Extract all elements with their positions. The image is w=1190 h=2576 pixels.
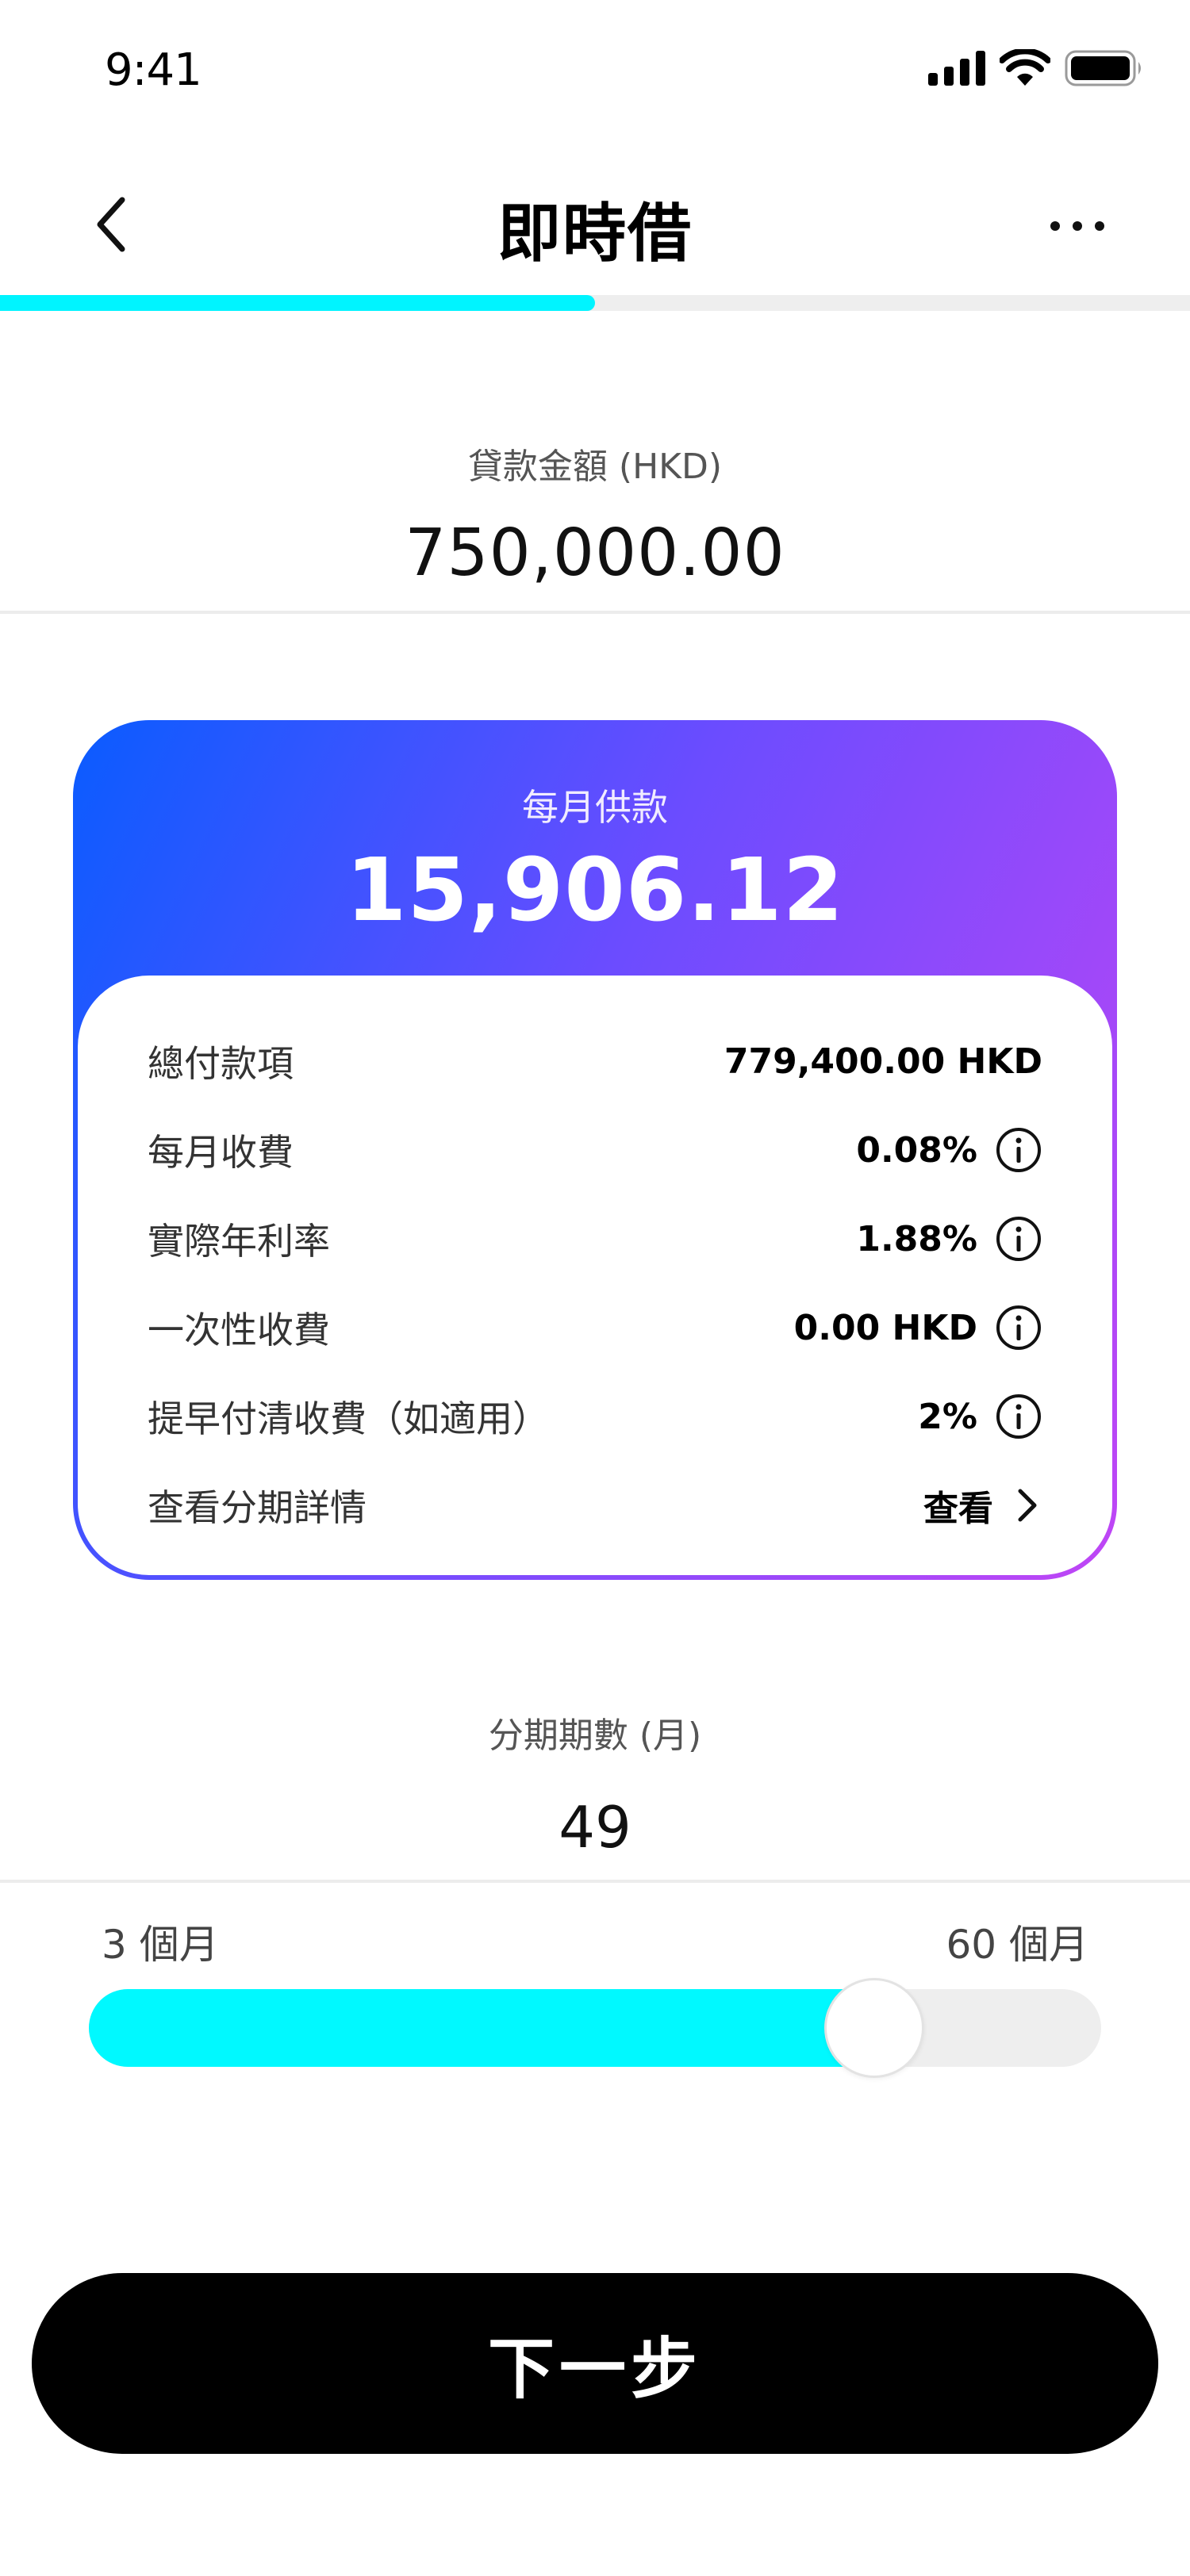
status-time: 9:41 [105, 44, 202, 96]
chevron-right-icon[interactable] [1011, 1483, 1042, 1528]
info-icon[interactable] [995, 1126, 1042, 1174]
info-icon[interactable] [995, 1304, 1042, 1351]
page-title: 即時借 [497, 197, 693, 270]
term-input[interactable]: 49 [0, 1794, 1190, 1861]
divider [0, 1880, 1190, 1883]
detail-row-apr: 實際年利率 1.88% [148, 1207, 1042, 1271]
term-max-label: 60 個月 [946, 1922, 1088, 1968]
more-button[interactable] [1046, 214, 1109, 238]
step-progress-bar [0, 295, 1190, 311]
battery-icon [1065, 50, 1141, 86]
loan-calculator-screen: 9:41 即時借 貸款金額 (HKD) 750,000.00 每月供款 15,9… [0, 0, 1190, 2576]
signal-icon [928, 51, 985, 86]
detail-label: 提早付清收費（如適用） [148, 1397, 549, 1440]
term-slider-fill [89, 1989, 891, 2067]
detail-label: 每月收費 [148, 1131, 294, 1174]
wifi-icon [1000, 49, 1050, 86]
info-icon[interactable] [995, 1215, 1042, 1263]
detail-value: 2% [918, 1396, 977, 1437]
repayment-card: 每月供款 15,906.12 總付款項 779,400.00 HKD 每月收費 … [73, 720, 1117, 1580]
detail-value: 0.08% [856, 1129, 977, 1171]
loan-amount-input[interactable]: 750,000.00 [0, 516, 1190, 591]
detail-label: 一次性收費 [148, 1309, 330, 1351]
detail-row-total: 總付款項 779,400.00 HKD [148, 1029, 1042, 1093]
term-slider-thumb[interactable] [824, 1978, 925, 2078]
detail-label: 總付款項 [148, 1042, 294, 1085]
term-slider[interactable] [89, 1978, 1101, 2078]
detail-row-monthly-fee: 每月收費 0.08% [148, 1118, 1042, 1182]
detail-label: 查看分期詳情 [148, 1486, 367, 1529]
detail-value: 0.00 HKD [793, 1307, 977, 1348]
info-icon[interactable] [995, 1393, 1042, 1440]
monthly-payment-label: 每月供款 [522, 786, 668, 829]
detail-row-one-time-fee: 一次性收費 0.00 HKD [148, 1296, 1042, 1359]
status-icons [928, 49, 1144, 87]
detail-row-early-repayment: 提早付清收費（如適用） 2% [148, 1385, 1042, 1448]
detail-label: 實際年利率 [148, 1220, 330, 1263]
loan-amount-label: 貸款金額 (HKD) [467, 447, 723, 487]
more-dots-icon [1050, 221, 1104, 231]
repayment-details: 總付款項 779,400.00 HKD 每月收費 0.08% 實際年利率 1.8… [78, 976, 1112, 1575]
term-label: 分期期數 (月) [488, 1715, 702, 1756]
view-link[interactable]: 查看 [923, 1480, 993, 1531]
divider [0, 611, 1190, 614]
step-progress-fill [0, 295, 595, 311]
next-step-button[interactable]: 下一步 [32, 2273, 1158, 2454]
term-min-label: 3 個月 [102, 1922, 219, 1968]
detail-value: 1.88% [856, 1218, 977, 1259]
detail-value: 779,400.00 HKD [724, 1041, 1042, 1082]
monthly-payment-value: 15,906.12 [345, 839, 845, 941]
view-installment-details-row[interactable]: 查看分期詳情 查看 [148, 1474, 1042, 1537]
